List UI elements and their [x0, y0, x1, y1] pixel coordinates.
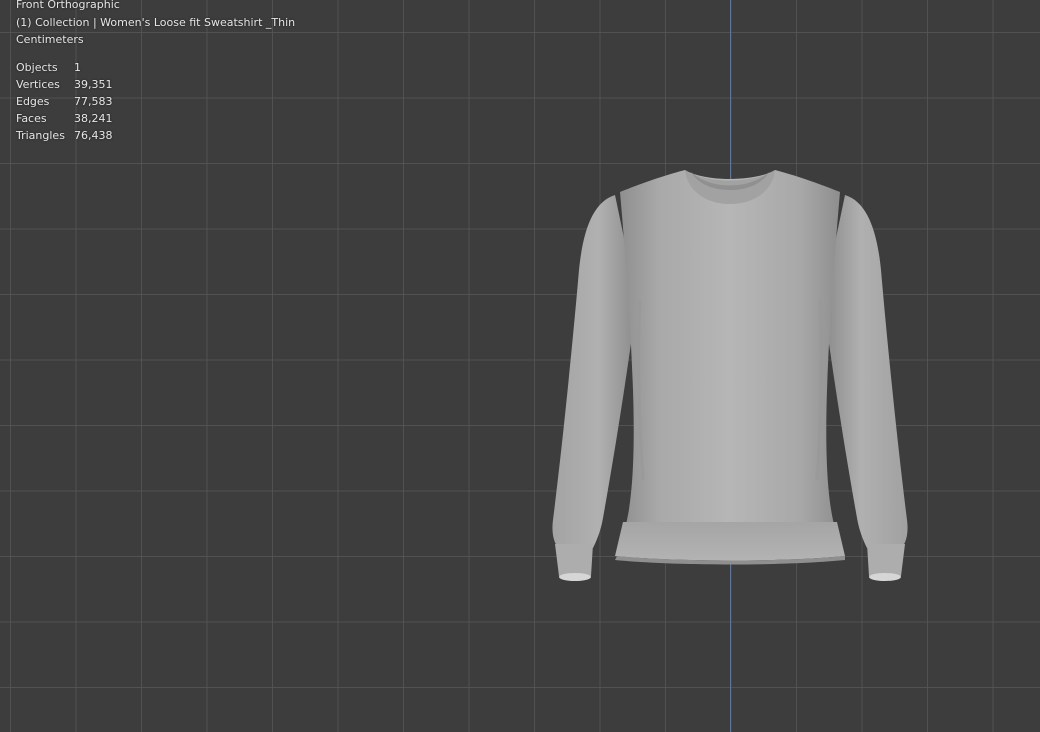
stat-label: Objects	[16, 60, 58, 74]
left-sleeve	[552, 195, 637, 548]
stat-label: Faces	[16, 111, 47, 125]
sweatshirt-mesh[interactable]	[545, 160, 915, 590]
stat-value: 1	[74, 60, 81, 74]
stat-triangles: Triangles 76,438	[16, 127, 295, 144]
collection-label: (1) Collection | Women's Loose fit Sweat…	[16, 15, 296, 29]
stat-vertices: Vertices 39,351	[16, 76, 295, 93]
left-cuff-opening	[559, 573, 591, 581]
3d-viewport[interactable]: Front Orthographic (1) Collection | Wome…	[0, 0, 1040, 732]
hem-band	[615, 522, 845, 561]
stat-value: 39,351	[74, 77, 113, 91]
scene-statistics: Objects 1 Vertices 39,351 Edges 77,583 F…	[16, 59, 295, 144]
stat-label: Vertices	[16, 77, 60, 91]
stat-edges: Edges 77,583	[16, 93, 295, 110]
stat-label: Edges	[16, 94, 50, 108]
sweatshirt-body	[620, 170, 840, 528]
stat-value: 76,438	[74, 128, 113, 142]
view-name: Front Orthographic	[16, 0, 120, 11]
right-sleeve	[823, 195, 908, 548]
viewport-text-overlay: Front Orthographic (1) Collection | Wome…	[16, 0, 295, 144]
right-cuff-opening	[869, 573, 901, 581]
stat-label: Triangles	[16, 128, 65, 142]
stat-value: 38,241	[74, 111, 113, 125]
stat-value: 77,583	[74, 94, 113, 108]
stat-objects: Objects 1	[16, 59, 295, 76]
stat-faces: Faces 38,241	[16, 110, 295, 127]
units-label: Centimeters	[16, 33, 84, 46]
